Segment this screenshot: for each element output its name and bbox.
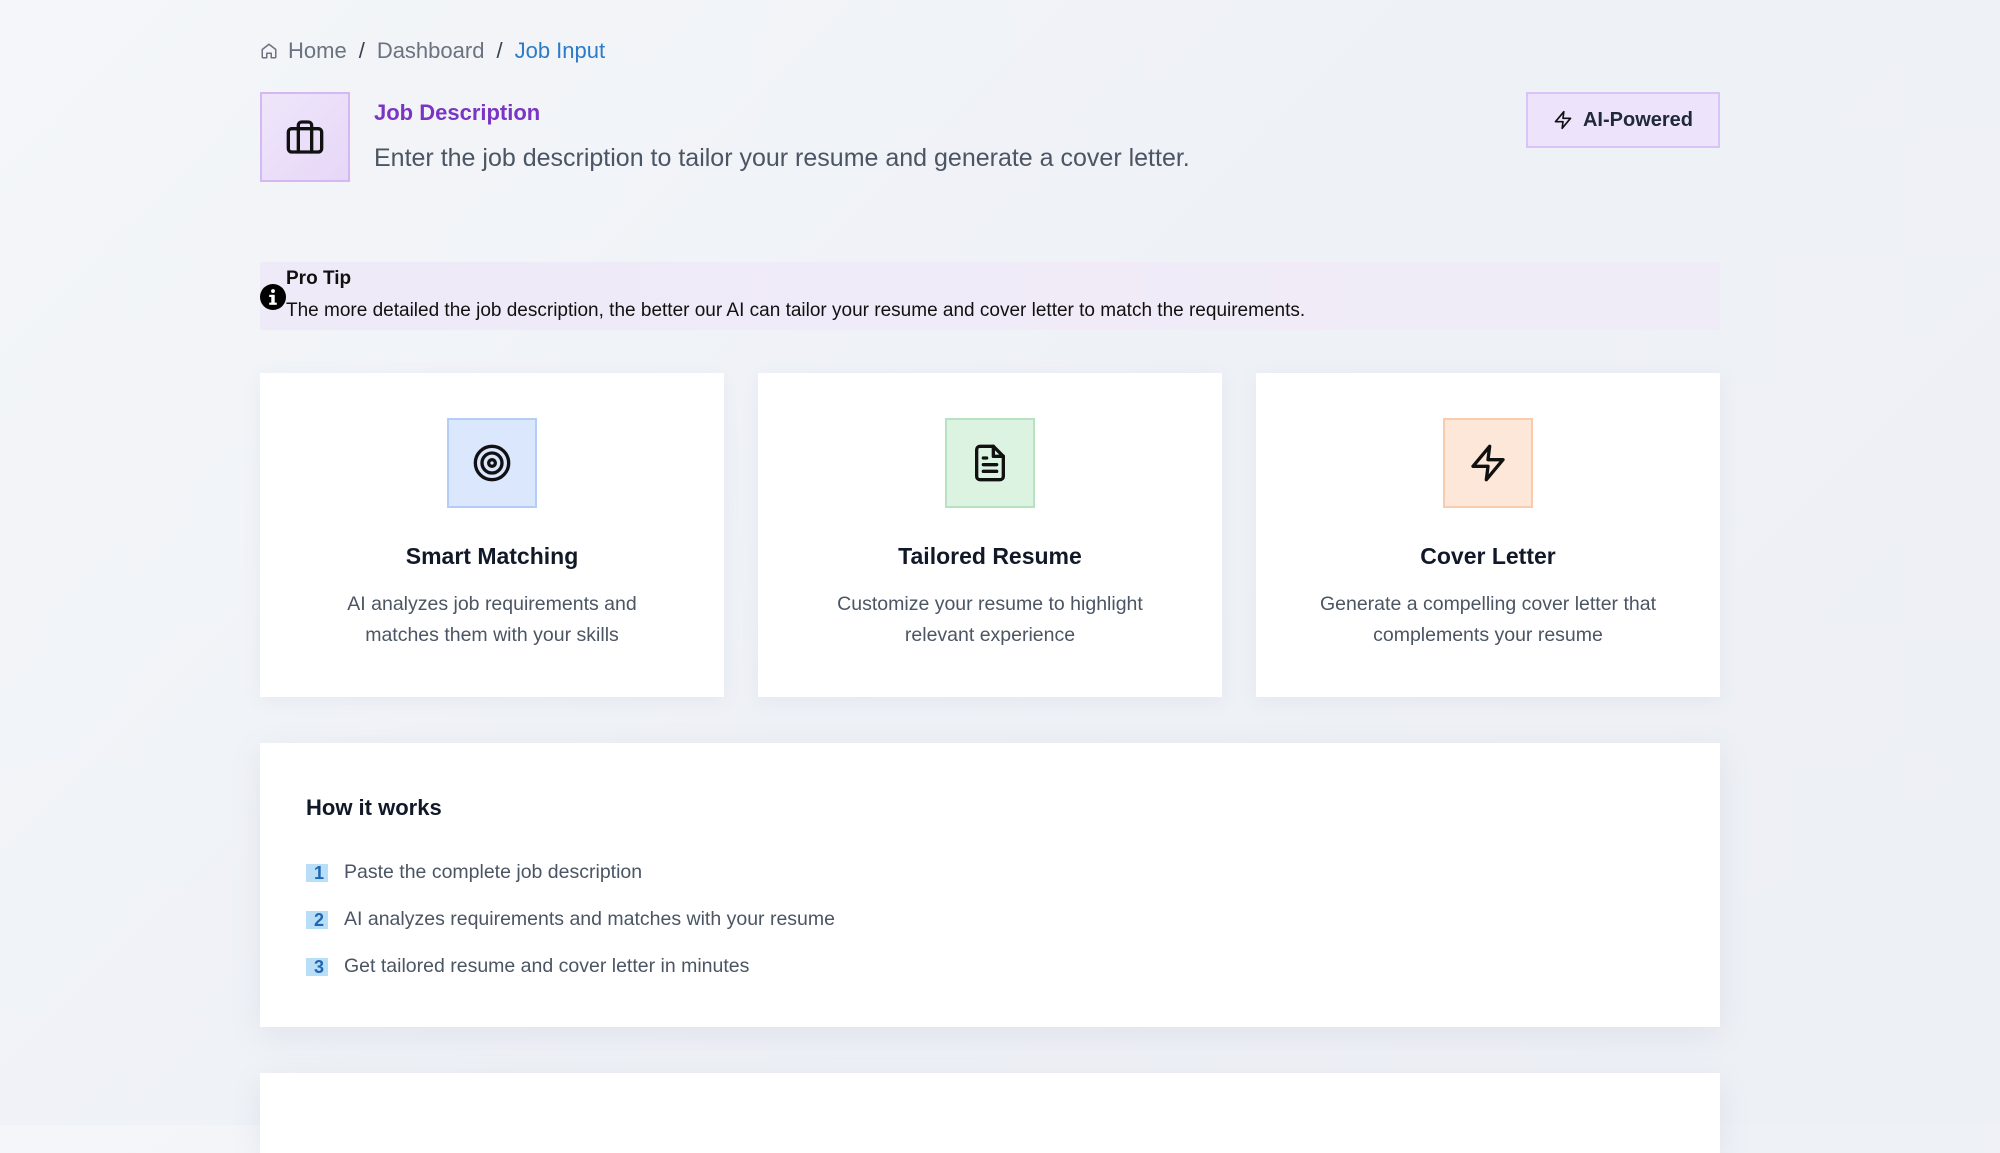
pro-tip-text: The more detailed the job description, t…: [286, 300, 1306, 321]
breadcrumb-separator: /: [496, 38, 503, 63]
target-icon: [473, 444, 511, 482]
document-icon: [975, 444, 1005, 482]
home-icon: [261, 43, 277, 59]
breadcrumb: Home / Dashboard / Job Input: [260, 38, 605, 64]
breadcrumb-separator: /: [358, 38, 365, 63]
feature-icon-box: [447, 418, 537, 508]
breadcrumb-dashboard[interactable]: Dashboard: [377, 38, 485, 64]
page-subtitle: Enter the job description to tailor your…: [374, 144, 1190, 172]
ai-powered-label: AI-Powered: [1582, 108, 1694, 131]
info-icon: [260, 284, 286, 310]
breadcrumb-home-label: Home: [288, 38, 347, 63]
step-number-badge: 2: [306, 910, 329, 929]
pro-tip-title: Pro Tip: [286, 268, 352, 289]
ai-powered-badge: AI-Powered: [1526, 92, 1720, 148]
feature-title: Cover Letter: [1420, 543, 1556, 569]
feature-title: Smart Matching: [405, 543, 579, 569]
feature-description-line: Customize your resume to highlight: [837, 593, 1143, 615]
step-text: Paste the complete job description: [344, 861, 643, 883]
feature-description-line: complements your resume: [1373, 624, 1603, 646]
feature-description-line: relevant experience: [904, 624, 1076, 646]
how-it-works-card: How it works 1 Paste the complete job de…: [260, 743, 1720, 1027]
lightning-icon: [1554, 110, 1572, 130]
breadcrumb-home[interactable]: Home: [260, 38, 347, 64]
lightning-icon: [1471, 444, 1505, 482]
breadcrumb-current: Job Input: [514, 38, 606, 63]
feature-card-tailored-resume: Tailored Resume Customize your resume to…: [758, 373, 1222, 697]
feature-description-line: Generate a compelling cover letter that: [1319, 593, 1656, 615]
header-icon-box: [260, 92, 350, 182]
briefcase-icon: [286, 120, 324, 154]
feature-description: Customize your resume to highlight relev…: [808, 589, 1172, 651]
job-description-input-card: [260, 1073, 1720, 1153]
feature-card-cover-letter: Cover Letter Generate a compelling cover…: [1256, 373, 1720, 697]
step-text: Get tailored resume and cover letter in …: [344, 955, 750, 977]
feature-icon-box: [1443, 418, 1533, 508]
feature-cards: Smart Matching AI analyzes job requireme…: [260, 373, 1720, 697]
how-it-works-title: How it works: [306, 795, 442, 820]
step-number-badge: 1: [306, 863, 329, 882]
feature-description-line: AI analyzes job requirements and: [347, 593, 637, 615]
how-it-works-step: 2 AI analyzes requirements and matches w…: [306, 908, 835, 931]
feature-title: Tailored Resume: [898, 543, 1082, 569]
how-it-works-step: 3 Get tailored resume and cover letter i…: [306, 955, 749, 978]
step-number-badge: 3: [306, 957, 329, 976]
pro-tip-banner: Pro Tip The more detailed the job descri…: [260, 262, 1720, 330]
feature-icon-box: [945, 418, 1035, 508]
how-it-works-step: 1 Paste the complete job description: [306, 861, 642, 884]
page-header: Job Description Enter the job descriptio…: [260, 92, 1720, 184]
feature-description-line: matches them with your skills: [365, 624, 619, 646]
feature-description: AI analyzes job requirements and matches…: [310, 589, 674, 651]
feature-description: Generate a compelling cover letter that …: [1306, 589, 1670, 651]
feature-card-smart-matching: Smart Matching AI analyzes job requireme…: [260, 373, 724, 697]
step-text: AI analyzes requirements and matches wit…: [344, 908, 835, 930]
page-title: Job Description: [374, 100, 541, 125]
